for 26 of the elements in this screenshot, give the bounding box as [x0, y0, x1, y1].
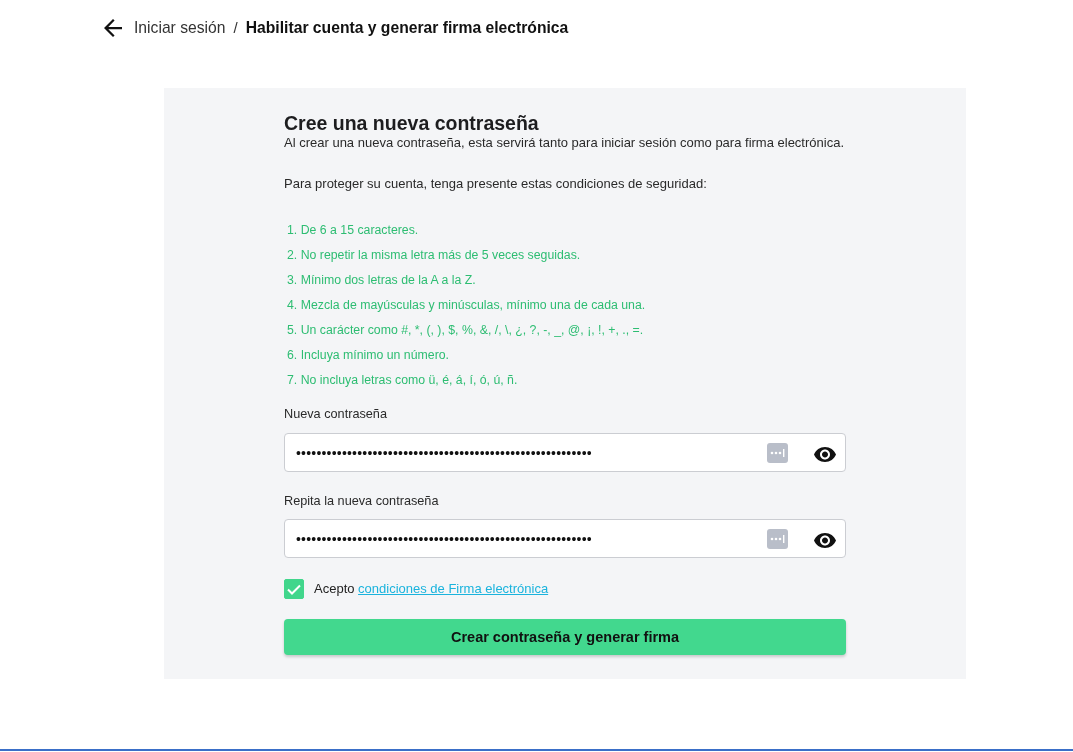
password-field[interactable]: ••••••••••••••••••••••••••••••••••••••••••••••••••••••••••: [284, 433, 846, 472]
condition-item: 6. Incluya mínimo un número.: [287, 347, 449, 364]
create-password-button[interactable]: Crear contraseña y generar firma: [284, 619, 846, 655]
condition-item: 5. Un carácter como #, *, (, ), $, %, &, /, \, ¿, ?, -, _, @, ¡, !, +, ., =.: [287, 322, 644, 339]
condition-item: 4. Mezcla de mayúsculas y minúsculas, mínimo una de cada una.: [287, 297, 646, 314]
form-title: Cree una nueva contraseña: [284, 112, 540, 134]
breadcrumb-link[interactable]: Iniciar sesión: [134, 18, 226, 38]
checkbox[interactable]: [284, 579, 304, 599]
eye-icon[interactable]: [814, 446, 836, 462]
condition-item: 7. No incluya letras como ü, é, á, í, ó, ú, ñ.: [287, 372, 518, 389]
condition-item: 2. No repetir la misma letra más de 5 veces seguidas.: [287, 247, 581, 264]
checkmark-icon: [287, 583, 301, 595]
eye-icon[interactable]: [814, 532, 836, 548]
security-intro: Para proteger su cuenta, tenga presente estas condiciones de seguridad:: [284, 176, 708, 192]
breadcrumb-separator: /: [233, 18, 238, 38]
condition-item: 3. Mínimo dos letras de la A a la Z.: [287, 272, 476, 289]
dots-tile-icon[interactable]: [767, 442, 788, 463]
breadcrumb-current: Habilitar cuenta y generar firma electrónica: [245, 18, 569, 38]
dots-tile-icon[interactable]: [767, 528, 788, 549]
form-subtitle: Al crear una nueva contraseña, esta servirá tanto para iniciar sesión como para firma electrónica.: [284, 135, 845, 151]
condition-item: 1. De 6 a 15 caracteres.: [287, 222, 419, 239]
field-label: Repita la nueva contraseña: [284, 493, 439, 509]
field-label: Nueva contraseña: [284, 406, 387, 422]
back-arrow-icon[interactable]: [104, 19, 122, 37]
password-field[interactable]: ••••••••••••••••••••••••••••••••••••••••••••••••••••••••••: [284, 519, 846, 558]
terms-label: Acepto: [314, 581, 356, 597]
